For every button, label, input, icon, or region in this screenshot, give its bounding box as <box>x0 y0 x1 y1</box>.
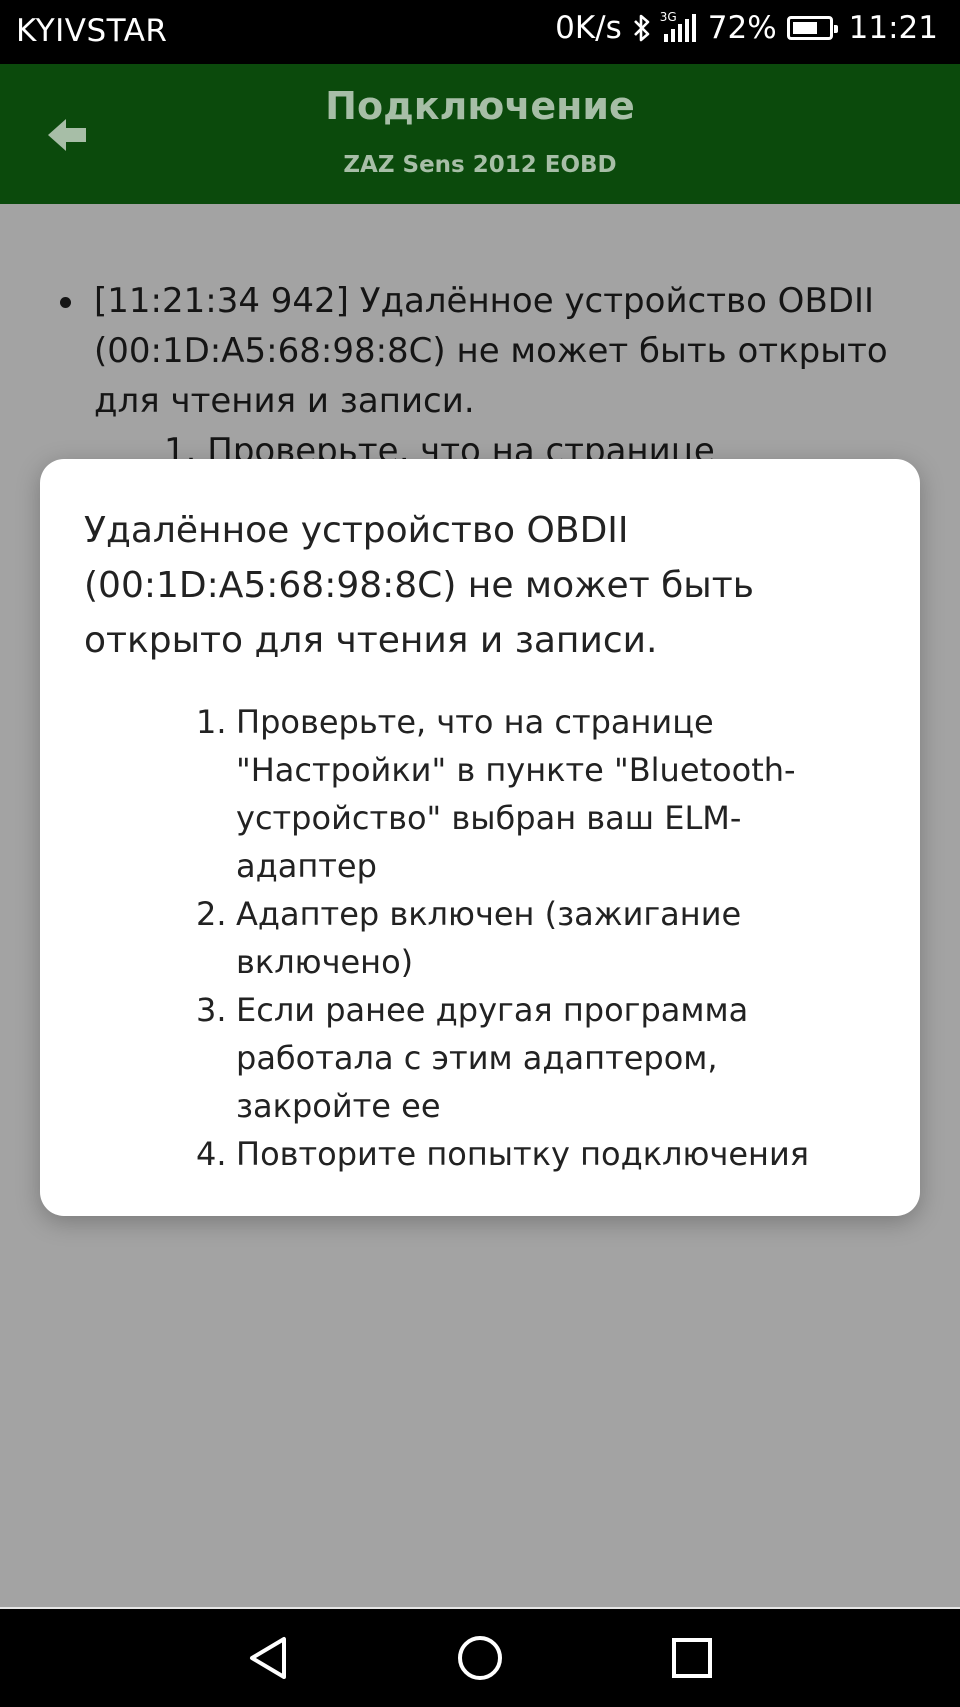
bluetooth-icon <box>633 14 650 42</box>
step-number: 4. <box>196 1135 227 1173</box>
navigation-bar <box>0 1607 960 1707</box>
step-number: 1. <box>196 703 227 741</box>
dialog-steps-list: 1. Проверьте, что на странице "Настройки"… <box>84 698 876 1178</box>
battery-level <box>792 22 818 34</box>
battery-icon <box>786 16 838 40</box>
network-type-label: 3G <box>659 10 677 24</box>
dialog-step: 3. Если ранее другая программа работала с… <box>196 986 876 1130</box>
step-number: 3. <box>196 991 227 1029</box>
step-text: Если ранее другая программа работала с э… <box>236 991 749 1125</box>
page-subtitle: ZAZ Sens 2012 EOBD <box>343 152 617 178</box>
clock: 11:21 <box>848 10 938 46</box>
log-list: [11:21:34 942] Удалённое устройство OBDI… <box>58 276 908 476</box>
battery-percent: 72% <box>707 10 777 46</box>
signal-indicator: 3G <box>660 10 698 42</box>
step-number: 2. <box>196 895 227 933</box>
dialog-step: 1. Проверьте, что на странице "Настройки"… <box>196 698 876 890</box>
dialog-step: 2. Адаптер включен (зажигание включено) <box>196 890 876 986</box>
page-title: Подключение <box>325 84 635 128</box>
status-indicators: 0K/s 3G 72% 11:21 <box>555 10 938 46</box>
status-bar: KYIVSTAR 0K/s 3G 72% 11:21 <box>0 0 960 64</box>
nav-recents-icon[interactable] <box>665 1631 719 1685</box>
carrier-name: KYIVSTAR <box>16 13 168 49</box>
log-entry: [11:21:34 942] Удалённое устройство OBDI… <box>58 276 908 476</box>
step-text: Проверьте, что на странице "Настройки" в… <box>236 703 796 885</box>
step-text: Повторите попытку подключения <box>236 1135 809 1173</box>
app-bar: Подключение ZAZ Sens 2012 EOBD <box>0 64 960 204</box>
nav-divider <box>0 1607 960 1609</box>
error-dialog[interactable]: Удалённое устройство OBDII (00:1D:A5:68:… <box>40 459 920 1216</box>
step-text: Адаптер включен (зажигание включено) <box>236 895 742 981</box>
nav-back-icon[interactable] <box>240 1631 294 1685</box>
log-entry-text: [11:21:34 942] Удалённое устройство OBDI… <box>94 281 888 421</box>
dialog-step: 4. Повторите попытку подключения <box>196 1130 876 1178</box>
network-speed: 0K/s <box>555 10 622 46</box>
dialog-message: Удалённое устройство OBDII (00:1D:A5:68:… <box>84 510 754 661</box>
nav-home-icon[interactable] <box>453 1631 507 1685</box>
